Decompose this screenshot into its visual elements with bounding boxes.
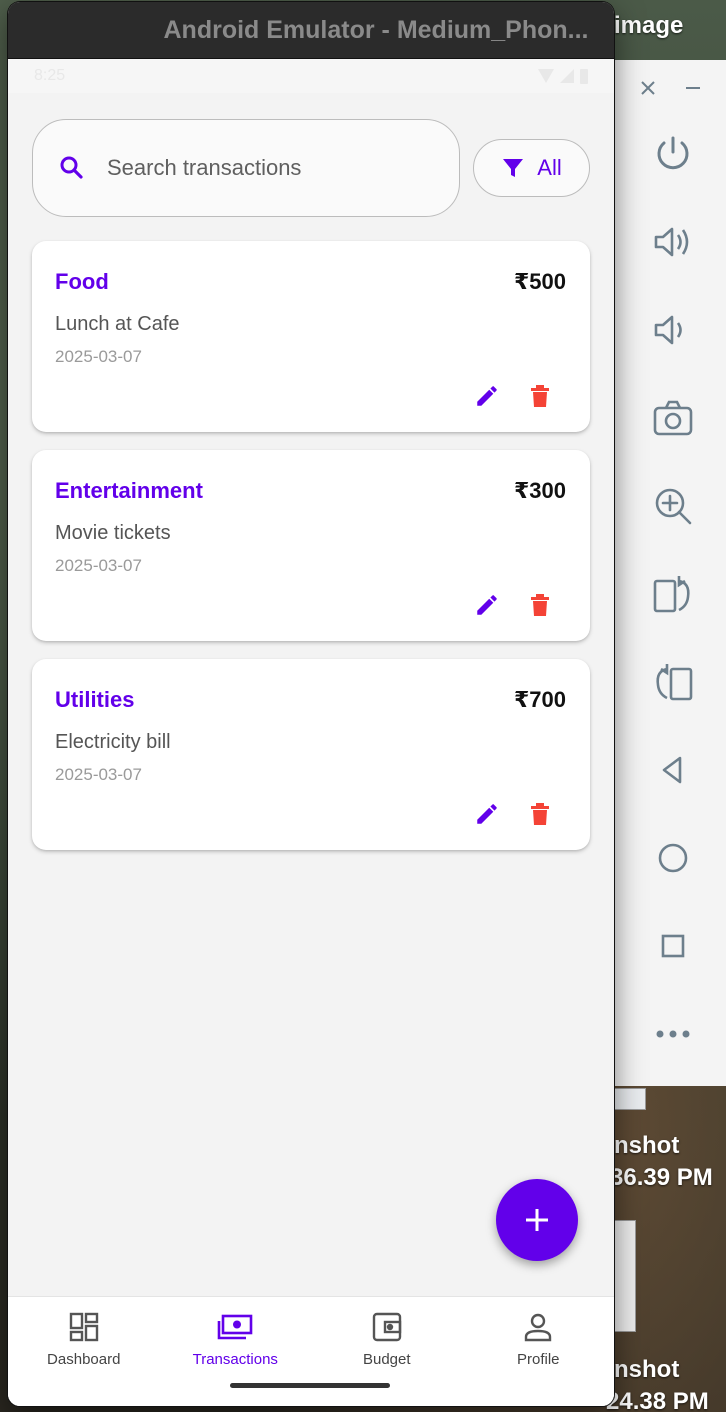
desktop-label-image: image — [614, 12, 684, 39]
power-icon[interactable] — [651, 132, 695, 176]
transaction-date: 2025-03-07 — [55, 556, 142, 575]
nav-label-budget: Budget — [362, 1351, 411, 1368]
gesture-home-indicator[interactable] — [230, 1383, 390, 1388]
dashboard-icon — [69, 1312, 98, 1342]
transaction-amount: ₹500 — [513, 269, 566, 294]
status-bar: 8:25 — [8, 59, 614, 93]
status-time: 8:25 — [34, 67, 66, 84]
rotate-right-icon[interactable] — [651, 660, 695, 704]
transaction-description: Lunch at Cafe — [55, 313, 180, 335]
transaction-card[interactable]: Food ₹500 Lunch at Cafe 2025-03-07 — [32, 241, 590, 432]
nav-item-budget[interactable]: Budget — [311, 1297, 463, 1406]
search-row: All — [32, 119, 590, 217]
trash-icon — [531, 803, 549, 825]
delete-button[interactable] — [525, 381, 555, 411]
trash-icon — [531, 385, 549, 407]
nav-item-transactions[interactable]: Transactions — [160, 1297, 312, 1406]
camera-icon[interactable] — [651, 396, 695, 440]
transaction-amount: ₹700 — [513, 687, 566, 712]
battery-icon — [580, 68, 588, 84]
window-title: Android Emulator - Medium_Phon... — [8, 2, 614, 59]
trash-icon — [531, 594, 549, 616]
transactions-screen: All Food ₹500 Lunch at Cafe 2025-03-07 E… — [8, 94, 614, 1406]
filter-button[interactable]: All — [473, 139, 590, 197]
desktop-file-time: 24.38 PM — [606, 1388, 709, 1412]
delete-button[interactable] — [525, 799, 555, 829]
search-input[interactable] — [107, 155, 407, 181]
delete-button[interactable] — [525, 590, 555, 620]
transaction-amount: ₹300 — [513, 478, 566, 503]
transaction-date: 2025-03-07 — [55, 765, 142, 784]
rotate-left-icon[interactable] — [651, 572, 695, 616]
status-icons — [538, 68, 588, 84]
nav-label-profile: Profile — [516, 1351, 560, 1368]
overview-icon[interactable] — [651, 924, 695, 968]
transaction-category: Entertainment — [55, 478, 203, 503]
plus-icon — [526, 1209, 548, 1231]
desktop-file-label[interactable]: nshot — [614, 1356, 679, 1384]
volume-up-icon[interactable] — [651, 220, 695, 264]
money-icon — [217, 1314, 253, 1340]
minimize-icon[interactable] — [683, 78, 703, 103]
transaction-description: Electricity bill — [55, 731, 171, 753]
transaction-date: 2025-03-07 — [55, 347, 142, 366]
home-icon[interactable] — [651, 836, 695, 880]
volume-down-icon[interactable] — [651, 308, 695, 352]
close-icon[interactable] — [638, 78, 658, 103]
transaction-description: Movie tickets — [55, 522, 171, 544]
edit-button[interactable] — [472, 799, 502, 829]
back-icon[interactable] — [651, 748, 695, 792]
transaction-category: Utilities — [55, 687, 135, 712]
search-box[interactable] — [32, 119, 460, 217]
signal-icon — [560, 69, 574, 83]
transaction-category: Food — [55, 269, 109, 294]
nav-label-transactions: Transactions — [192, 1351, 278, 1368]
desktop-file-time: 36.39 PM — [610, 1164, 713, 1191]
emulator-window: Android Emulator - Medium_Phon... 8:25 A… — [8, 2, 614, 1406]
edit-button[interactable] — [472, 590, 502, 620]
wallet-icon — [372, 1312, 401, 1342]
nav-item-dashboard[interactable]: Dashboard — [8, 1297, 160, 1406]
desktop-file-label[interactable]: nshot — [614, 1132, 679, 1160]
desktop-thumbnail[interactable] — [612, 1088, 646, 1110]
bottom-navigation: Dashboard Transactions Budget Profile — [8, 1296, 614, 1406]
person-icon — [525, 1313, 552, 1342]
edit-icon — [477, 595, 497, 615]
zoom-in-icon[interactable] — [651, 484, 695, 528]
filter-icon — [503, 159, 524, 177]
transaction-card[interactable]: Entertainment ₹300 Movie tickets 2025-03… — [32, 450, 590, 641]
more-icon[interactable] — [651, 1012, 695, 1056]
edit-button[interactable] — [472, 381, 502, 411]
desktop-thumbnail[interactable] — [612, 1220, 636, 1332]
nav-label-dashboard: Dashboard — [47, 1351, 121, 1368]
transaction-card[interactable]: Utilities ₹700 Electricity bill 2025-03-… — [32, 659, 590, 850]
add-transaction-button[interactable] — [496, 1179, 578, 1261]
nav-item-profile[interactable]: Profile — [463, 1297, 615, 1406]
emulator-toolbar — [614, 60, 726, 1086]
filter-label: All — [537, 155, 562, 180]
edit-icon — [477, 804, 497, 824]
search-icon — [60, 156, 83, 179]
edit-icon — [477, 386, 497, 406]
wifi-icon — [538, 69, 554, 83]
